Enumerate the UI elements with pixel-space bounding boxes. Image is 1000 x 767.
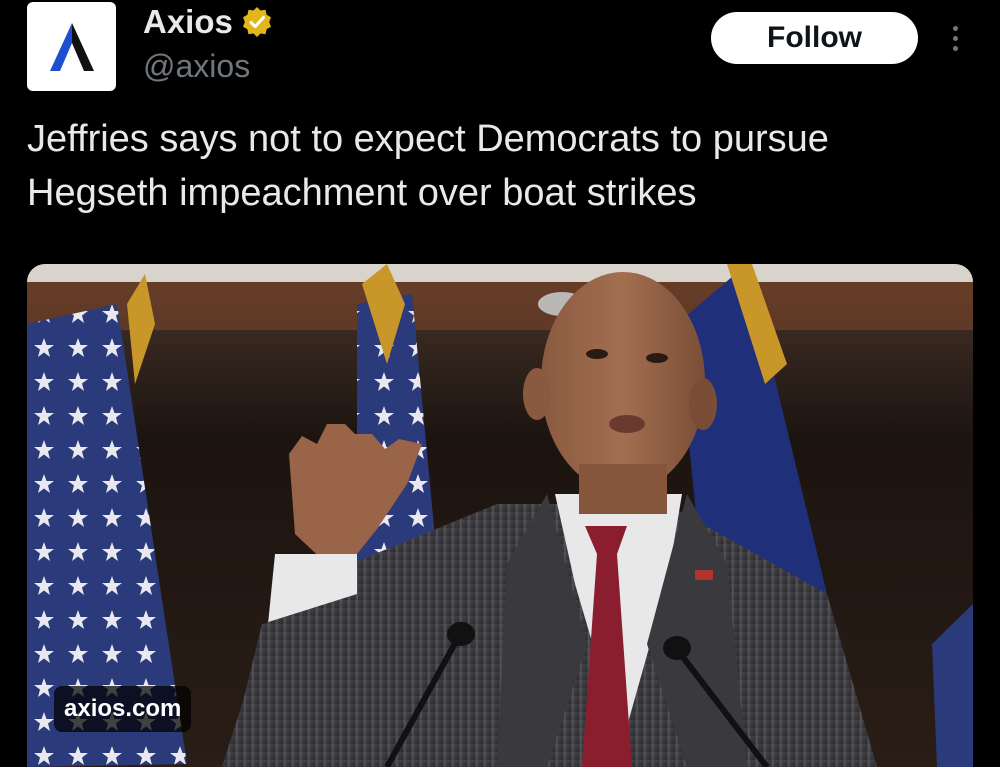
display-name[interactable]: Axios [143,2,233,42]
axios-logo-icon [49,22,94,71]
more-options-button[interactable] [942,20,968,56]
link-domain-badge: axios.com [54,686,192,732]
more-vertical-icon-dot [952,45,958,51]
post-text: Jeffries says not to expect Democrats to… [27,118,829,214]
more-vertical-icon-dot [952,25,958,31]
avatar[interactable] [27,2,116,91]
more-vertical-icon-dot [952,35,958,41]
follow-button[interactable]: Follow [711,12,918,64]
link-preview-card[interactable]: axios.com [27,264,973,767]
verified-badge-icon [242,7,271,37]
user-handle[interactable]: @axios [143,46,250,86]
author-name-row: Axios [143,2,273,42]
post: Axios @axios Follow Jeffries says not to… [0,0,1000,767]
